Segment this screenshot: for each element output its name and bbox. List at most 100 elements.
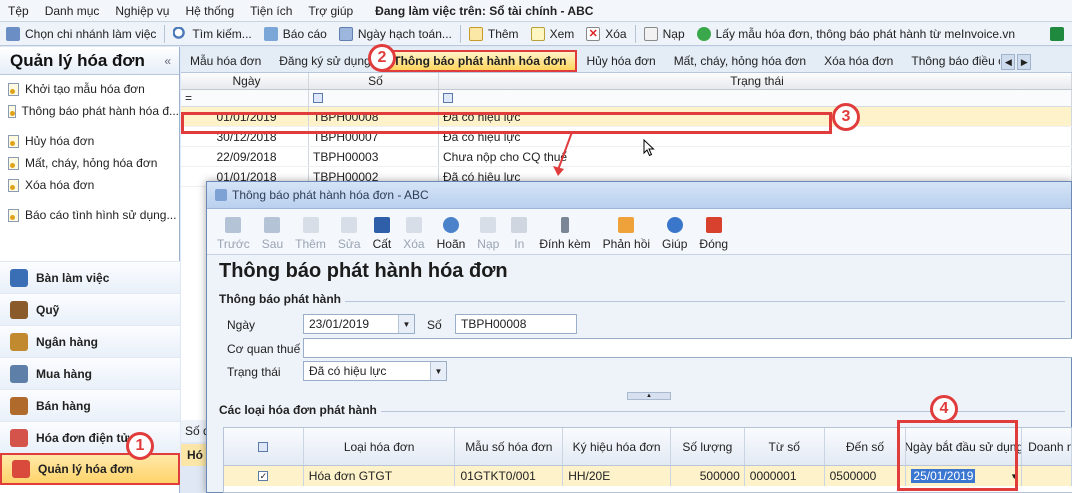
status-value: Đã có hiệu lực [309, 364, 387, 378]
col-invoice-type[interactable]: Loại hóa đơn [304, 428, 456, 465]
sidebar-item-delete-invoice[interactable]: Xóa hóa đơn [0, 174, 179, 196]
sidebar-item-cancel-invoice[interactable]: Hủy hóa đơn [0, 130, 179, 152]
menu-catalog[interactable]: Danh mục [37, 4, 108, 18]
sidebar: Quản lý hóa đơn « Khởi tạo mẫu hóa đơn T… [0, 47, 180, 493]
sidebar-item-usage-report[interactable]: Báo cáo tình hình sử dụng... [0, 204, 179, 226]
dialog-delete-button[interactable]: Xóa [397, 217, 430, 254]
col-from-number[interactable]: Từ số [745, 428, 825, 465]
col-quantity[interactable]: Số lượng [671, 428, 745, 465]
module-label: Hóa đơn điện tử [36, 430, 130, 445]
prev-label: Trước [217, 237, 250, 251]
attach-button[interactable]: Đính kèm [533, 217, 596, 254]
grid-filter-row: = [181, 90, 1072, 107]
feedback-button[interactable]: Phản hồi [597, 217, 656, 254]
menu-file[interactable]: Tệp [0, 4, 37, 18]
col-date-header[interactable]: Ngày [181, 73, 309, 89]
tab-lost-invoice[interactable]: Mất, cháy, hỏng hóa đơn [665, 50, 815, 72]
arrow-icon [553, 131, 573, 176]
module-purchasing[interactable]: Mua hàng [0, 357, 180, 389]
menu-system[interactable]: Hệ thống [177, 4, 242, 18]
delete-button[interactable]: ✕ Xóa [580, 23, 632, 45]
col-number-header[interactable]: Số [309, 73, 439, 89]
save-button[interactable]: Cất [367, 217, 398, 254]
col-to-number[interactable]: Đến số [825, 428, 907, 465]
module-bank[interactable]: Ngân hàng [0, 325, 180, 357]
row-checkbox[interactable]: ✓ [224, 466, 304, 486]
tab-adjust-notice[interactable]: Thông báo điều ch [902, 50, 1000, 72]
filter-number[interactable] [309, 90, 439, 106]
add-button[interactable]: Thêm [463, 23, 525, 45]
tab-delete-invoice[interactable]: Xóa hóa đơn [815, 50, 902, 72]
sidebar-item-create-template[interactable]: Khởi tạo mẫu hóa đơn [0, 78, 179, 100]
refresh-icon [643, 26, 658, 41]
help-button[interactable]: Giúp [656, 217, 693, 254]
view-button[interactable]: Xem [525, 23, 581, 45]
working-context: Đang làm việc trên: Sổ tài chính - ABC [375, 3, 594, 18]
step-badge-1: 1 [126, 432, 154, 460]
undo-button[interactable]: Hoãn [431, 217, 472, 254]
module-invoice-management[interactable]: Quản lý hóa đơn [0, 453, 180, 485]
number-input[interactable]: TBPH00008 [455, 314, 577, 334]
print-label: In [514, 237, 525, 251]
prev-button[interactable]: Trước [211, 217, 256, 254]
col-template-no[interactable]: Mẫu số hóa đơn [455, 428, 564, 465]
tab-scroll-right-icon[interactable]: ▶ [1017, 54, 1032, 70]
sidebar-item-issue-notice[interactable]: Thông báo phát hành hóa đ... [0, 100, 179, 122]
close-button[interactable]: Đóng [693, 217, 734, 254]
tab-cancel-invoice[interactable]: Hủy hóa đơn [577, 50, 664, 72]
table-row[interactable]: 22/09/2018 TBPH00003 Chưa nộp cho CQ thu… [181, 147, 1072, 167]
tax-office-input[interactable] [303, 338, 1072, 358]
dialog-load-button[interactable]: Nạp [471, 217, 505, 254]
grid-header: Ngày Số Trạng thái [181, 73, 1072, 90]
tab-invoice-template[interactable]: Mẫu hóa đơn [181, 50, 270, 72]
module-desktop[interactable]: Bàn làm việc [0, 261, 180, 293]
collapse-sidebar-icon[interactable]: « [164, 54, 171, 68]
excel-icon[interactable] [1050, 26, 1064, 41]
branch-button[interactable]: Chọn chi nhánh làm việc [0, 23, 162, 45]
print-button[interactable]: In [505, 217, 533, 254]
select-all-checkbox[interactable] [224, 428, 304, 465]
load-button[interactable]: Nạp [638, 23, 691, 45]
edit-button[interactable]: Sửa [332, 217, 367, 254]
section-invoice-types-label: Các loại hóa đơn phát hành [215, 403, 381, 417]
col-company[interactable]: Doanh n [1022, 428, 1072, 465]
document-icon [8, 82, 19, 96]
chevron-down-icon[interactable]: ▼ [430, 362, 446, 380]
invoice-calendar-icon [12, 460, 30, 478]
filter-date[interactable]: = [181, 90, 309, 106]
col-invoice-symbol[interactable]: Ký hiệu hóa đơn [563, 428, 671, 465]
tab-scroll-left-icon[interactable]: ◀ [1001, 54, 1016, 70]
cell-date: 22/09/2018 [181, 147, 309, 166]
splitter-handle[interactable]: ▲ [627, 392, 671, 400]
menu-operations[interactable]: Nghiệp vụ [107, 4, 177, 18]
attach-label: Đính kèm [539, 237, 591, 251]
filter-status[interactable] [439, 90, 1072, 106]
dialog-add-button[interactable]: Thêm [289, 217, 332, 254]
search-button[interactable]: Tìm kiếm... [167, 23, 257, 45]
tab-issue-notice[interactable]: Thông báo phát hành hóa đơn [382, 50, 578, 72]
module-sales[interactable]: Bán hàng [0, 389, 180, 421]
next-button[interactable]: Sau [256, 217, 289, 254]
delete-icon: ✕ [586, 26, 601, 41]
status-select[interactable]: Đã có hiệu lực ▼ [303, 361, 447, 381]
posting-date-button[interactable]: Ngày hạch toán... [333, 23, 458, 45]
add-icon [302, 217, 319, 233]
get-template-button[interactable]: Lấy mẫu hóa đơn, thông báo phát hành từ … [691, 23, 1021, 45]
date-label: Ngày [227, 318, 256, 332]
sidebar-item-lost-invoice[interactable]: Mất, cháy, hỏng hóa đơn [0, 152, 179, 174]
report-button[interactable]: Báo cáo [258, 23, 333, 45]
module-cash[interactable]: Quỹ [0, 293, 180, 325]
document-icon [8, 208, 19, 222]
menu-utilities[interactable]: Tiện ích [242, 4, 300, 18]
add-label: Thêm [487, 26, 519, 41]
cell-symbol: HH/20E [563, 466, 671, 486]
menu-help[interactable]: Trợ giúp [300, 4, 361, 18]
date-input[interactable]: 23/01/2019 ▼ [303, 314, 415, 334]
arrow-left-icon [225, 217, 242, 233]
edit-label: Sửa [337, 237, 361, 251]
sales-icon [10, 396, 28, 415]
tab-registration[interactable]: Đăng ký sử dụng h [270, 50, 382, 72]
step-badge-3: 3 [832, 103, 860, 131]
chevron-down-icon[interactable]: ▼ [398, 315, 414, 333]
col-status-header[interactable]: Trạng thái [439, 73, 1072, 89]
